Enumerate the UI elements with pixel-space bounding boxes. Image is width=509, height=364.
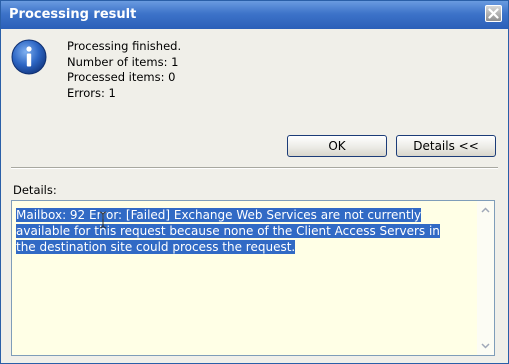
status-text: Processing finished. <box>67 39 182 53</box>
error-count-text: Errors: 1 <box>67 85 116 100</box>
chevron-up-icon[interactable] <box>479 204 492 217</box>
ok-button[interactable]: OK <box>287 135 387 157</box>
details-text[interactable]: Mailbox: 92 Error: [Failed] Exchange Web… <box>16 207 462 255</box>
separator <box>11 167 498 169</box>
selected-error-text: Mailbox: 92 Error: [Failed] Exchange Web… <box>16 208 440 254</box>
close-button[interactable] <box>485 5 502 22</box>
details-toggle-button[interactable]: Details << <box>396 135 496 157</box>
processed-count-text: Processed items: 0 <box>67 70 176 84</box>
result-message: Processing finished. Number of items: 1 … <box>67 39 181 101</box>
details-textarea[interactable]: Mailbox: 92 Error: [Failed] Exchange Web… <box>11 200 495 356</box>
details-label: Details: <box>13 183 57 197</box>
dialog-title: Processing result <box>9 7 137 22</box>
item-count-text: Number of items: 1 <box>67 54 179 69</box>
close-icon <box>488 8 499 19</box>
text-cursor-icon <box>99 211 107 229</box>
processing-result-dialog: Processing result Processing finished. N… <box>0 0 509 364</box>
info-icon <box>11 39 47 75</box>
title-bar[interactable]: Processing result <box>1 1 508 29</box>
chevron-down-icon[interactable] <box>479 339 492 352</box>
vertical-scrollbar[interactable] <box>477 201 494 355</box>
